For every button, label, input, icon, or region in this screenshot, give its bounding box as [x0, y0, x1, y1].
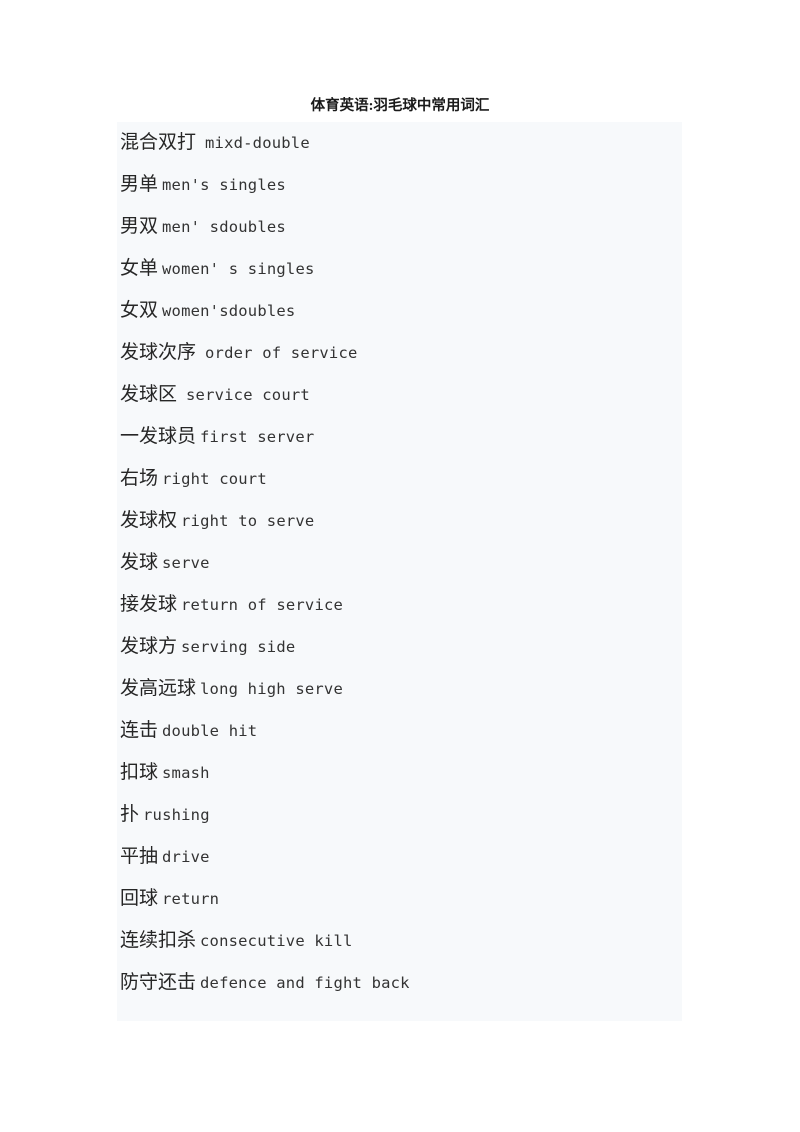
glossary-entry: 女双 women'sdoubles — [120, 290, 720, 332]
glossary-term-english: smash — [162, 764, 210, 782]
glossary-entry: 混合双打 mixd-double — [120, 122, 720, 164]
glossary-term-english: consecutive kill — [200, 932, 353, 950]
glossary-term-chinese: 女单 — [120, 258, 159, 279]
glossary-term-english: serve — [162, 554, 210, 572]
glossary-term-english: men' sdoubles — [162, 218, 286, 236]
glossary-term-chinese: 右场 — [120, 468, 159, 489]
glossary-term-chinese: 扣球 — [120, 762, 159, 783]
glossary-term-english: women' s singles — [162, 260, 315, 278]
glossary-term-english: return of service — [181, 596, 344, 614]
glossary-term-chinese: 女双 — [120, 300, 159, 321]
glossary-entry: 连击 double hit — [120, 710, 720, 752]
glossary-term-chinese: 发球区 — [120, 384, 178, 405]
glossary-entry: 男单 men's singles — [120, 164, 720, 206]
glossary-term-chinese: 发球权 — [120, 510, 178, 531]
glossary-term-english: rushing — [143, 806, 210, 824]
glossary-term-chinese: 男单 — [120, 174, 159, 195]
glossary-term-chinese: 平抽 — [120, 846, 159, 867]
glossary-entry: 回球 return — [120, 878, 720, 920]
glossary-term-chinese: 男双 — [120, 216, 159, 237]
glossary-entry: 女单 women' s singles — [120, 248, 720, 290]
glossary-term-english: double hit — [162, 722, 258, 740]
glossary-entry: 男双 men' sdoubles — [120, 206, 720, 248]
glossary-entry: 发球次序 order of service — [120, 332, 720, 374]
glossary-term-english: order of service — [205, 344, 358, 362]
glossary-entry: 发球区 service court — [120, 374, 720, 416]
glossary-term-english: right court — [162, 470, 267, 488]
glossary-term-chinese: 连击 — [120, 720, 159, 741]
glossary-term-chinese: 扑 — [120, 804, 140, 825]
glossary-term-english: service court — [186, 386, 310, 404]
glossary-term-chinese: 回球 — [120, 888, 159, 909]
glossary-entry: 发高远球 long high serve — [120, 668, 720, 710]
glossary-entry: 接发球 return of service — [120, 584, 720, 626]
glossary-term-english: right to serve — [181, 512, 315, 530]
glossary-term-chinese: 发高远球 — [120, 678, 197, 699]
glossary-entry: 右场 right court — [120, 458, 720, 500]
glossary-entry: 扑 rushing — [120, 794, 720, 836]
glossary-term-english: return — [162, 890, 220, 908]
glossary-entry: 发球 serve — [120, 542, 720, 584]
glossary-term-chinese: 接发球 — [120, 594, 178, 615]
glossary-term-english: defence and fight back — [200, 974, 410, 992]
glossary-entry: 防守还击 defence and fight back — [120, 962, 720, 1004]
glossary-term-chinese: 一发球员 — [120, 426, 197, 447]
glossary-term-english: serving side — [181, 638, 296, 656]
glossary-list: 混合双打 mixd-double 男单 men's singles 男双 men' sdo… — [120, 122, 720, 1004]
glossary-term-english: drive — [162, 848, 210, 866]
glossary-term-english: first server — [200, 428, 315, 446]
glossary-entry: 一发球员 first server — [120, 416, 720, 458]
glossary-term-chinese: 发球方 — [120, 636, 178, 657]
glossary-term-chinese: 混合双打 — [120, 132, 197, 153]
glossary-entry: 连续扣杀 consecutive kill — [120, 920, 720, 962]
glossary-term-english: mixd-double — [205, 134, 310, 152]
glossary-term-chinese: 防守还击 — [120, 972, 197, 993]
page-title: 体育英语:羽毛球中常用词汇 — [310, 98, 490, 114]
glossary-entry: 发球权 right to serve — [120, 500, 720, 542]
glossary-term-english: men's singles — [162, 176, 286, 194]
glossary-term-english: women'sdoubles — [162, 302, 296, 320]
glossary-entry: 发球方 serving side — [120, 626, 720, 668]
document-page: 体育英语:羽毛球中常用词汇 混合双打 mixd-double 男单 men's sin… — [0, 0, 800, 1132]
glossary-entry: 平抽 drive — [120, 836, 720, 878]
glossary-term-english: long high serve — [200, 680, 343, 698]
glossary-entry: 扣球 smash — [120, 752, 720, 794]
glossary-term-chinese: 连续扣杀 — [120, 930, 197, 951]
glossary-term-chinese: 发球次序 — [120, 342, 197, 363]
glossary-term-chinese: 发球 — [120, 552, 159, 573]
